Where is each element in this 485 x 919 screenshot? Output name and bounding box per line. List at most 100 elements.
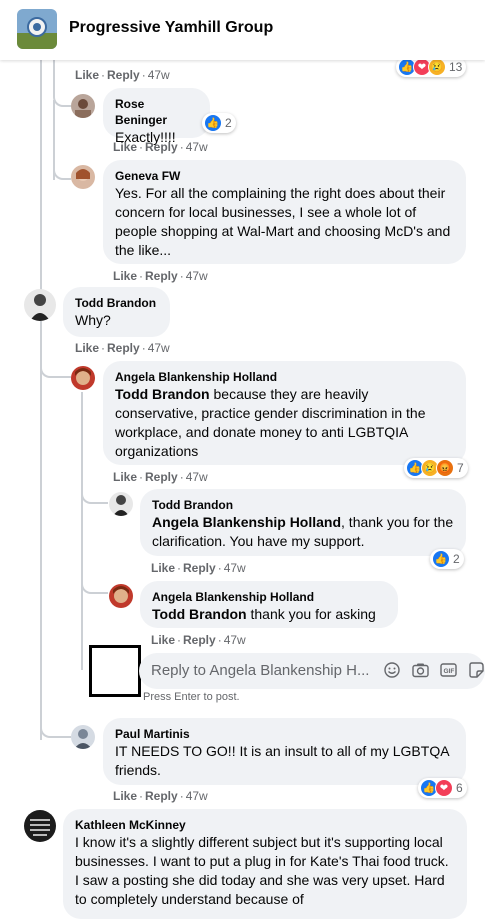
comment-author[interactable]: Geneva FW	[115, 168, 454, 184]
timestamp[interactable]: 47w	[148, 341, 170, 355]
like-button[interactable]: Like	[113, 140, 137, 154]
comment-thread: Like · Reply · 47w 👍 ❤ 😢 13 Rose Beninger Ex…	[0, 0, 485, 919]
reply-button[interactable]: Reply	[107, 68, 140, 82]
reply-button[interactable]: Reply	[145, 470, 178, 484]
reply-button[interactable]: Reply	[183, 561, 216, 575]
comment-bubble: Angela Blankenship Holland Todd Brandon …	[103, 361, 466, 465]
comment-text: Todd Brandon because they are heavily co…	[115, 385, 454, 461]
comment-text: IT NEEDS TO GO!! It is an insult to all …	[115, 743, 449, 778]
svg-text:GIF: GIF	[443, 668, 454, 675]
comment-text: Angela Blankenship Holland, thank you fo…	[152, 513, 454, 551]
comment-actions: Like · Reply · 47w	[75, 68, 170, 82]
reply-button[interactable]: Reply	[107, 341, 140, 355]
reply-button[interactable]: Reply	[145, 789, 178, 803]
comment-text: Why?	[75, 312, 111, 328]
reaction-count: 6	[456, 781, 463, 795]
thread-connector	[40, 720, 71, 738]
comment-actions: Like · Reply · 47w	[113, 789, 208, 803]
mention-link[interactable]: Todd Brandon	[115, 386, 210, 402]
comment-actions: Like · Reply · 47w	[75, 341, 170, 355]
reaction-summary[interactable]: 👍 ❤ 😢 13	[396, 57, 467, 77]
reaction-summary[interactable]: 👍 2	[430, 549, 464, 569]
reaction-summary[interactable]: 👍 😢 😡 7	[404, 458, 468, 478]
comment-bubble: Paul Martinis IT NEEDS TO GO!! It is an …	[103, 718, 466, 785]
avatar[interactable]	[24, 810, 56, 842]
comment-bubble: Todd Brandon Angela Blankenship Holland,…	[140, 489, 466, 556]
like-button[interactable]: Like	[75, 341, 99, 355]
reaction-count: 2	[453, 552, 460, 566]
thread-connector	[53, 160, 71, 180]
sticker-icon[interactable]	[467, 661, 485, 679]
reply-hint: Press Enter to post.	[143, 691, 240, 703]
thread-line	[40, 330, 42, 350]
group-name[interactable]: Progressive Yamhill Group	[69, 19, 273, 37]
love-icon: ❤	[435, 779, 453, 797]
comment-text: Todd Brandon thank you for asking	[152, 605, 386, 624]
comment-text: Yes. For all the complaining the right d…	[115, 185, 451, 258]
mention-link[interactable]: Todd Brandon	[152, 606, 247, 622]
comment-author[interactable]: Todd Brandon	[75, 295, 158, 311]
comment-bubble: Rose Beninger Exactly!!!!	[103, 88, 210, 145]
like-button[interactable]: Like	[151, 561, 175, 575]
comment-author[interactable]: Angela Blankenship Holland	[152, 589, 386, 605]
like-button[interactable]: Like	[113, 789, 137, 803]
like-button[interactable]: Like	[75, 68, 99, 82]
reply-button[interactable]: Reply	[145, 140, 178, 154]
group-avatar[interactable]	[17, 9, 57, 49]
timestamp[interactable]: 47w	[148, 68, 170, 82]
avatar[interactable]	[71, 366, 95, 390]
like-button[interactable]: Like	[113, 269, 137, 283]
timestamp[interactable]: 47w	[186, 269, 208, 283]
thread-connector	[81, 480, 108, 504]
reply-button[interactable]: Reply	[183, 633, 216, 647]
comment-author[interactable]: Rose Beninger	[115, 96, 198, 128]
camera-icon[interactable]	[411, 661, 429, 679]
reply-toolbar: GIF	[383, 661, 485, 679]
reply-button[interactable]: Reply	[145, 269, 178, 283]
avatar[interactable]	[24, 289, 56, 321]
reply-placeholder: Reply to Angela Blankenship H...	[151, 662, 370, 679]
avatar[interactable]	[71, 725, 95, 749]
timestamp[interactable]: 47w	[186, 140, 208, 154]
comment-actions: Like · Reply · 47w	[113, 470, 208, 484]
timestamp[interactable]: 47w	[186, 470, 208, 484]
comment-actions: Like · Reply · 47w	[151, 561, 246, 575]
like-button[interactable]: Like	[113, 470, 137, 484]
reply-input[interactable]: Reply to Angela Blankenship H... GIF	[139, 653, 485, 689]
comment-author[interactable]: Paul Martinis	[115, 726, 454, 742]
reaction-summary[interactable]: 👍 2	[202, 113, 236, 133]
timestamp[interactable]: 47w	[224, 561, 246, 575]
avatar[interactable]	[71, 94, 95, 118]
timestamp[interactable]: 47w	[186, 789, 208, 803]
avatar[interactable]	[109, 492, 133, 516]
comment-actions: Like · Reply · 47w	[113, 140, 208, 154]
reaction-count: 13	[449, 60, 463, 74]
avatar[interactable]	[71, 165, 95, 189]
avatar[interactable]	[109, 584, 133, 608]
comment-actions: Like · Reply · 47w	[151, 633, 246, 647]
thread-connector	[81, 570, 108, 594]
like-button[interactable]: Like	[151, 633, 175, 647]
mention-link[interactable]: Angela Blankenship Holland	[152, 514, 341, 530]
reaction-summary[interactable]: 👍 ❤ 6	[418, 778, 467, 798]
comment-bubble: Kathleen McKinney I know it's a slightly…	[63, 809, 467, 919]
comment-author[interactable]: Todd Brandon	[152, 497, 454, 513]
timestamp[interactable]: 47w	[224, 633, 246, 647]
sad-icon: 😢	[428, 58, 446, 76]
reaction-count: 2	[225, 116, 232, 130]
comment-author[interactable]: Angela Blankenship Holland	[115, 369, 454, 385]
angry-icon: 😡	[436, 459, 454, 477]
like-icon: 👍	[204, 114, 222, 132]
group-header: Progressive Yamhill Group	[0, 0, 485, 60]
comment-text: I know it's a slightly different subject…	[75, 834, 449, 907]
comment-actions: Like · Reply · 47w	[113, 269, 208, 283]
redacted-avatar	[89, 645, 141, 697]
thread-connector	[53, 60, 71, 107]
thread-connector	[40, 350, 71, 378]
emoji-icon[interactable]	[383, 661, 401, 679]
comment-bubble: Todd Brandon Why?	[63, 287, 170, 337]
comment-bubble: Geneva FW Yes. For all the complaining t…	[103, 160, 466, 264]
thread-line	[81, 392, 83, 670]
gif-icon[interactable]: GIF	[439, 661, 457, 679]
comment-author[interactable]: Kathleen McKinney	[75, 817, 455, 833]
